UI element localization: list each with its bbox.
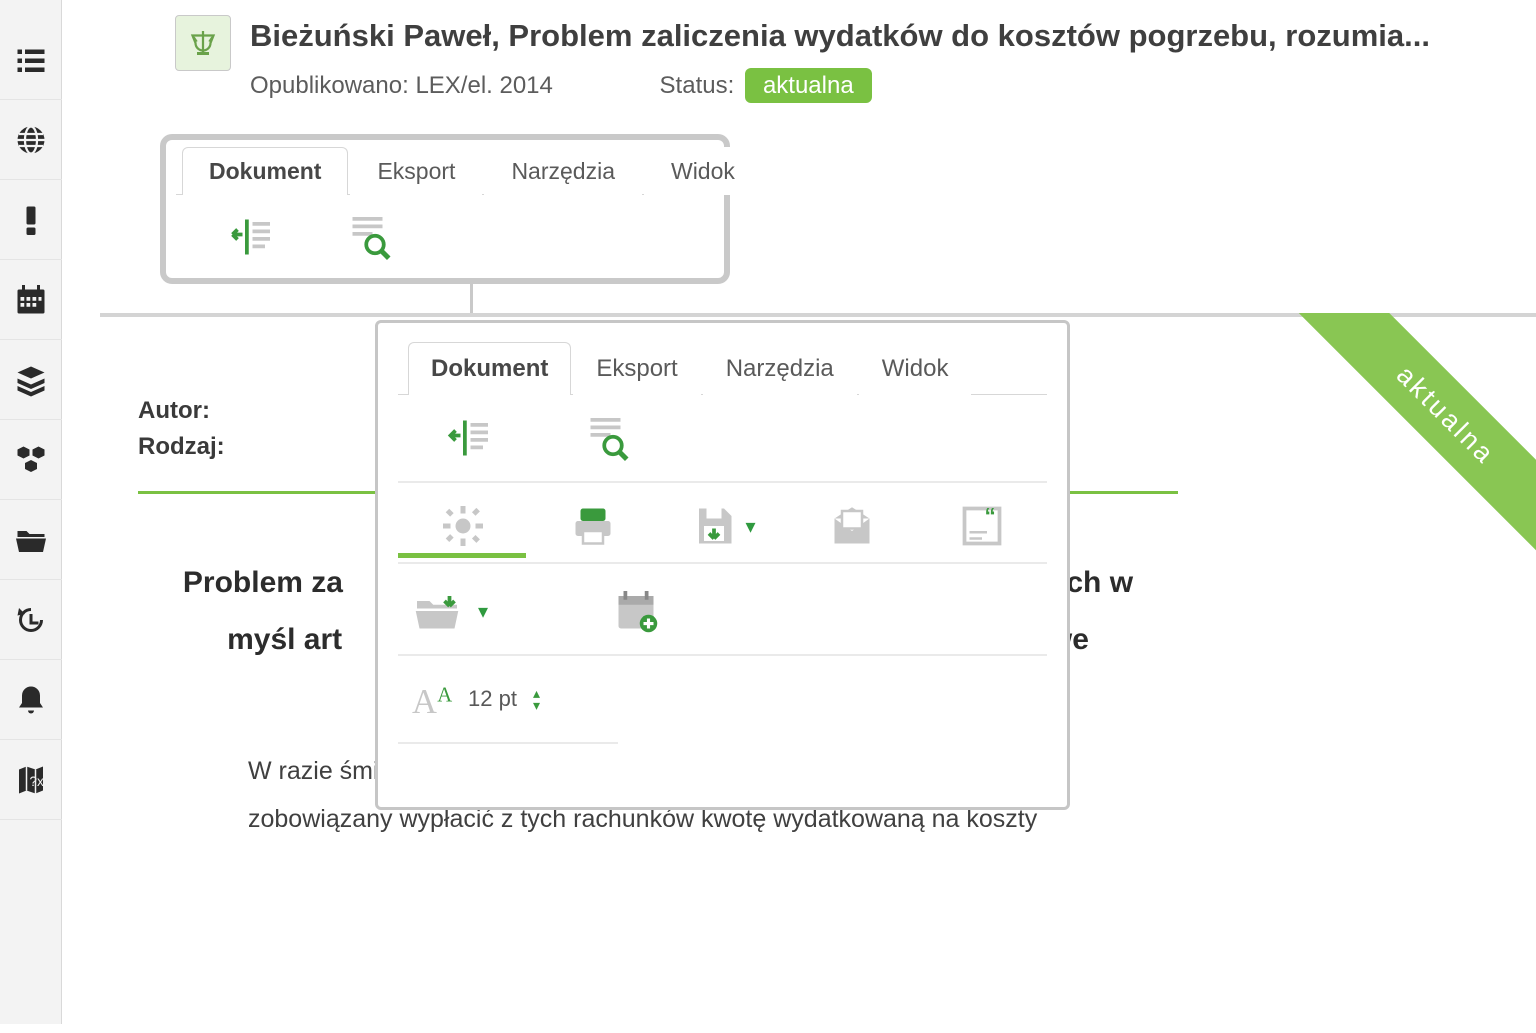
chevron-down-icon: ▾ bbox=[745, 514, 755, 539]
popup-font-size-control[interactable]: AA 12 pt ▴ ▾ bbox=[402, 670, 562, 728]
tab-dokument[interactable]: Dokument bbox=[182, 147, 348, 195]
svg-text:“: “ bbox=[985, 504, 996, 529]
popup-save-button[interactable]: ▾ bbox=[662, 497, 784, 555]
status-label: Status: bbox=[660, 72, 735, 99]
published-label: Opublikowano: bbox=[250, 72, 409, 99]
sidebar-item-folder[interactable] bbox=[0, 500, 62, 580]
tab-widok[interactable]: Widok bbox=[644, 147, 762, 195]
sidebar-item-stack[interactable] bbox=[0, 340, 62, 420]
popup-settings-button[interactable] bbox=[402, 497, 524, 555]
popup-add-to-folder-button[interactable]: ▾ bbox=[402, 582, 562, 640]
sidebar-item-exclaim[interactable] bbox=[0, 180, 62, 260]
tab-narzedzia[interactable]: Narzędzia bbox=[484, 147, 642, 195]
svg-text:A: A bbox=[437, 684, 452, 706]
sidebar-item-globe[interactable] bbox=[0, 100, 62, 180]
popup-tab-narzedzia[interactable]: Narzędzia bbox=[703, 342, 857, 395]
published-value: LEX/el. 2014 bbox=[415, 72, 552, 99]
header-subline: Opublikowano: LEX/el. 2014 Status: aktua… bbox=[250, 72, 872, 100]
page-title: Bieżuński Paweł, Problem zaliczenia wyda… bbox=[250, 18, 1430, 54]
title-frag-1: Problem za bbox=[183, 566, 343, 599]
popup-print-button[interactable] bbox=[532, 497, 654, 555]
svg-text:?x: ?x bbox=[29, 774, 44, 789]
popup-add-to-calendar-button[interactable] bbox=[570, 582, 702, 640]
popup-mail-button[interactable] bbox=[791, 497, 913, 555]
tool-search-icon[interactable] bbox=[340, 213, 400, 261]
svg-text:A: A bbox=[412, 683, 437, 721]
popup-search-button[interactable] bbox=[542, 409, 674, 467]
tools-popup: Dokument Eksport Narzędzia Widok ▾ “ bbox=[375, 320, 1070, 810]
popup-toc-button[interactable] bbox=[402, 409, 534, 467]
sidebar-item-bell[interactable] bbox=[0, 660, 62, 740]
status-badge: aktualna bbox=[745, 68, 872, 103]
sidebar-item-calendar[interactable] bbox=[0, 260, 62, 340]
popup-tab-dokument[interactable]: Dokument bbox=[408, 342, 571, 395]
document-type-icon bbox=[175, 15, 231, 71]
tool-toc-icon[interactable] bbox=[220, 213, 280, 261]
sidebar-item-modules[interactable] bbox=[0, 420, 62, 500]
font-size-value: 12 pt bbox=[468, 686, 517, 712]
title-frag-3: myśl art bbox=[227, 623, 342, 656]
sidebar: ?x bbox=[0, 0, 62, 1024]
tab-eksport[interactable]: Eksport bbox=[350, 147, 482, 195]
font-size-down[interactable]: ▾ bbox=[533, 700, 540, 710]
popup-tab-widok[interactable]: Widok bbox=[859, 342, 972, 395]
popup-quote-button[interactable]: “ bbox=[921, 497, 1043, 555]
ribbon-tabs: Dokument Eksport Narzędzia Widok bbox=[176, 146, 714, 195]
sidebar-item-history[interactable] bbox=[0, 580, 62, 660]
chevron-down-icon: ▾ bbox=[478, 599, 488, 624]
popup-tabs: Dokument Eksport Narzędzia Widok bbox=[398, 341, 1047, 395]
sidebar-item-map[interactable]: ?x bbox=[0, 740, 62, 820]
popup-tab-eksport[interactable]: Eksport bbox=[573, 342, 700, 395]
ribbon-small: Dokument Eksport Narzędzia Widok bbox=[160, 134, 730, 284]
sidebar-item-list[interactable] bbox=[0, 20, 62, 100]
